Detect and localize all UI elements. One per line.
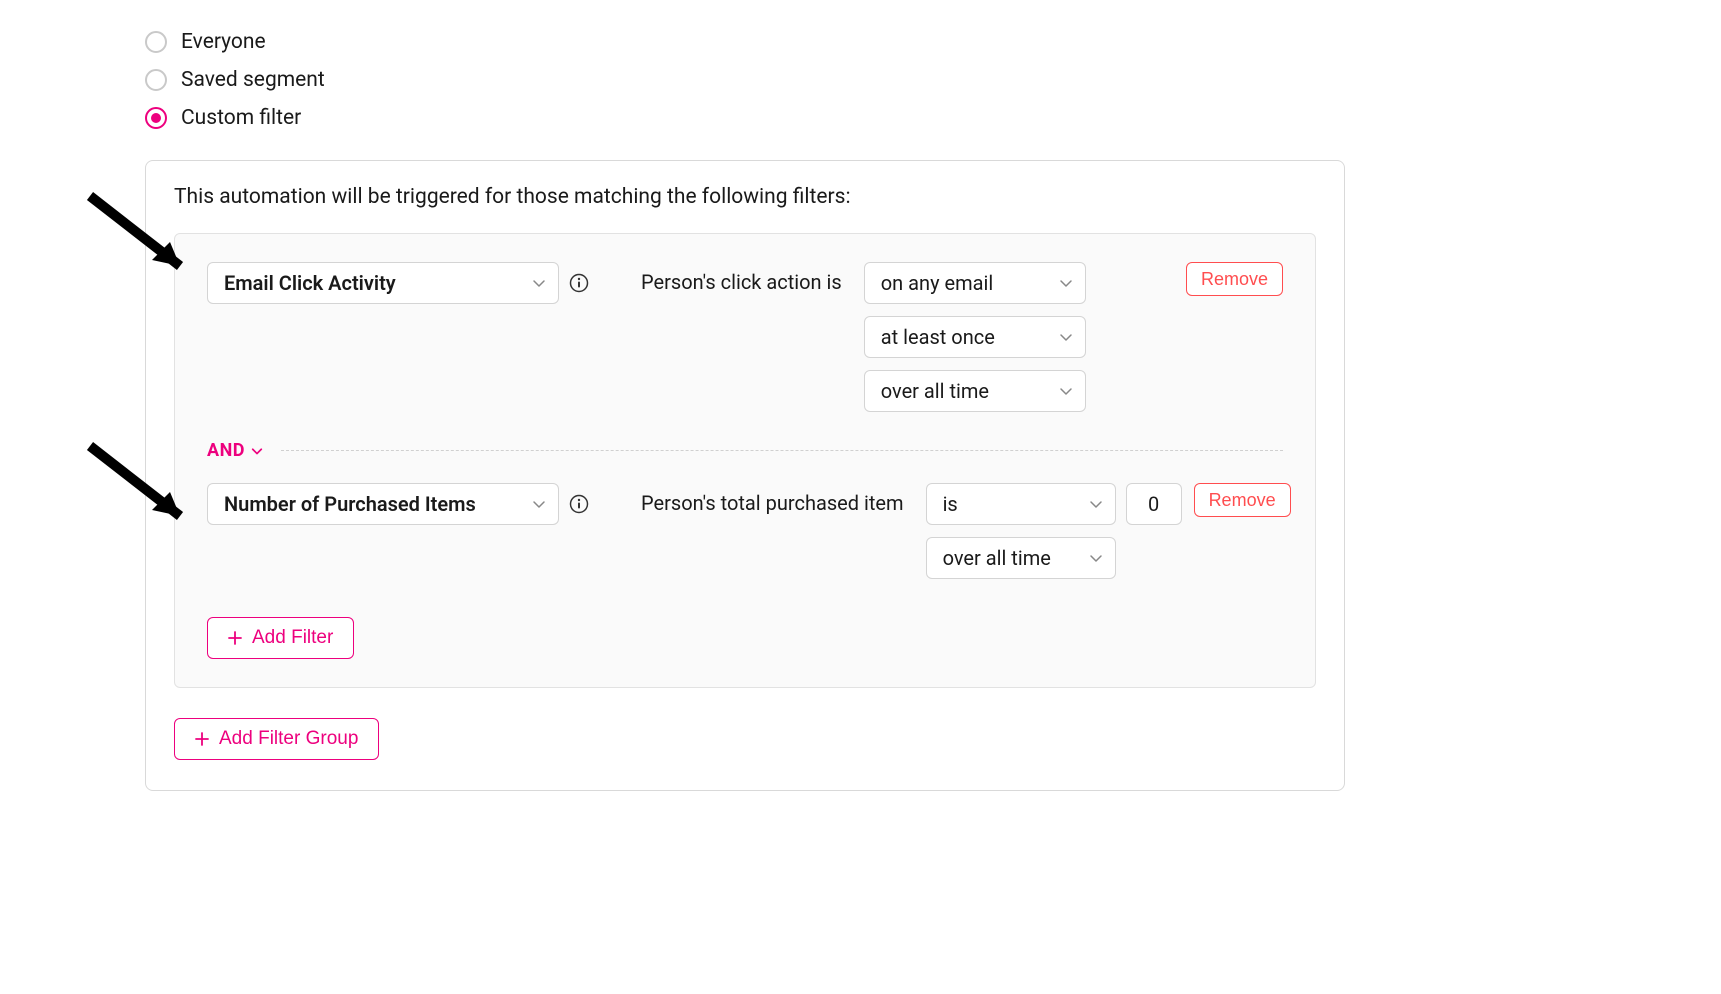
select-value: is [943, 492, 958, 516]
remove-label: Remove [1209, 490, 1276, 511]
plus-icon [228, 631, 242, 645]
chevron-down-icon [1089, 497, 1103, 511]
filter-panel: This automation will be triggered for th… [145, 160, 1345, 791]
select-value: over all time [881, 379, 989, 403]
filter-group: Email Click Activity Person's click acti… [174, 233, 1316, 688]
remove-label: Remove [1201, 269, 1268, 290]
filter-row-1: Email Click Activity Person's click acti… [207, 262, 1283, 412]
filter-sentence: Person's click action is [641, 262, 842, 294]
add-filter-group-button[interactable]: Add Filter Group [174, 718, 379, 760]
filter-type-select[interactable]: Email Click Activity [207, 262, 559, 304]
select-value: Number of Purchased Items [224, 492, 476, 516]
plus-icon [195, 732, 209, 746]
select-value: over all time [943, 546, 1051, 570]
chevron-down-icon [1089, 551, 1103, 565]
filter-timeframe-select[interactable]: over all time [864, 370, 1086, 412]
audience-radio-group: Everyone Saved segment Custom filter [145, 30, 1721, 130]
radio-label: Custom filter [181, 106, 301, 130]
input-value: 0 [1148, 492, 1159, 516]
join-operator-toggle[interactable]: AND [207, 440, 263, 461]
info-icon[interactable] [569, 494, 589, 514]
join-label: AND [207, 440, 245, 461]
radio-icon-selected [145, 107, 167, 129]
add-filter-group-label: Add Filter Group [219, 728, 358, 750]
chevron-down-icon [532, 276, 546, 290]
radio-icon [145, 69, 167, 91]
panel-intro-text: This automation will be triggered for th… [174, 185, 1316, 209]
radio-custom-filter[interactable]: Custom filter [145, 106, 1721, 130]
radio-everyone[interactable]: Everyone [145, 30, 1721, 54]
add-filter-button[interactable]: Add Filter [207, 617, 354, 659]
add-filter-label: Add Filter [252, 627, 333, 649]
and-divider: AND [207, 440, 1283, 461]
chevron-down-icon [251, 445, 263, 457]
filter-operator-select[interactable]: is [926, 483, 1116, 525]
chevron-down-icon [532, 497, 546, 511]
filter-scope-select[interactable]: on any email [864, 262, 1086, 304]
filter-sentence: Person's total purchased item [641, 483, 904, 515]
select-value: at least once [881, 325, 995, 349]
filter-type-select[interactable]: Number of Purchased Items [207, 483, 559, 525]
chevron-down-icon [1059, 330, 1073, 344]
select-value: on any email [881, 271, 994, 295]
radio-icon [145, 31, 167, 53]
remove-filter-button[interactable]: Remove [1194, 483, 1291, 517]
radio-saved-segment[interactable]: Saved segment [145, 68, 1721, 92]
divider-line [281, 450, 1283, 451]
filter-frequency-select[interactable]: at least once [864, 316, 1086, 358]
chevron-down-icon [1059, 384, 1073, 398]
filter-value-input[interactable]: 0 [1126, 483, 1182, 525]
filter-row-2: Number of Purchased Items Person's total… [207, 483, 1283, 579]
radio-label: Saved segment [181, 68, 325, 92]
remove-filter-button[interactable]: Remove [1186, 262, 1283, 296]
filter-timeframe-select[interactable]: over all time [926, 537, 1116, 579]
select-value: Email Click Activity [224, 271, 396, 295]
chevron-down-icon [1059, 276, 1073, 290]
info-icon[interactable] [569, 273, 589, 293]
radio-label: Everyone [181, 30, 266, 54]
